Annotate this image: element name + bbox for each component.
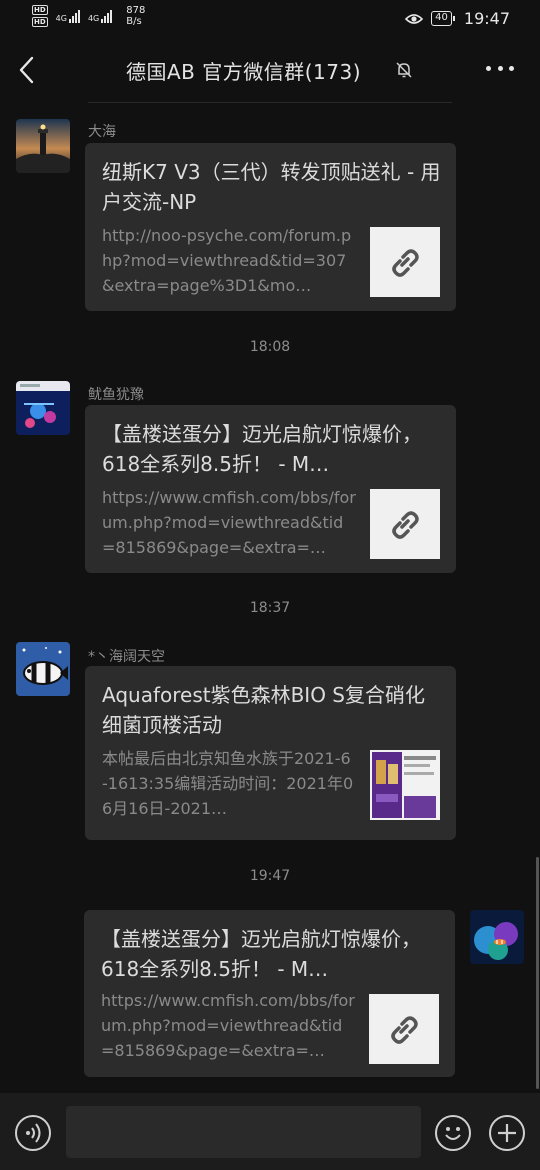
sender-name: 大海 bbox=[88, 124, 116, 140]
voice-input-button[interactable] bbox=[15, 1115, 51, 1151]
battery-icon: 40 bbox=[431, 11, 455, 26]
signal-icon: 4G bbox=[56, 9, 80, 23]
card-description: http://noo-psyche.com/forum.php?mod=view… bbox=[102, 226, 352, 295]
card-thumbnail bbox=[370, 750, 440, 820]
card-thumbnail bbox=[370, 227, 440, 297]
mute-bell-icon bbox=[396, 62, 412, 78]
card-thumbnail bbox=[369, 994, 439, 1064]
message-timestamp: 18:08 bbox=[249, 339, 291, 355]
message-timestamp: 18:37 bbox=[249, 600, 291, 616]
eye-icon bbox=[405, 13, 424, 24]
lighthouse-avatar-image bbox=[16, 119, 70, 173]
hd-badge: HD bbox=[32, 5, 48, 15]
my-avatar[interactable] bbox=[470, 910, 524, 964]
card-thumbnail bbox=[370, 489, 440, 559]
input-bar bbox=[0, 1093, 540, 1170]
scrollbar[interactable] bbox=[536, 857, 539, 1089]
dot-icon bbox=[497, 66, 503, 71]
message-timestamp: 19:47 bbox=[249, 868, 291, 884]
link-icon bbox=[391, 1016, 418, 1044]
link-icon bbox=[392, 511, 419, 539]
link-icon bbox=[392, 249, 419, 277]
divider bbox=[88, 102, 452, 103]
chat-header: 德国AB 官方微信群(173) bbox=[0, 40, 540, 100]
product-image bbox=[370, 750, 440, 820]
sender-name: *丶海阔天空 bbox=[88, 649, 165, 665]
clownfish-avatar-image bbox=[16, 642, 70, 696]
card-description: https://www.cmfish.com/bbs/forum.php?mod… bbox=[102, 488, 356, 557]
card-description: https://www.cmfish.com/bbs/forum.php?mod… bbox=[101, 991, 355, 1060]
link-card[interactable]: Aquaforest紫色森林BIO S复合硝化细菌顶楼活动 本帖最后由北京知鱼水… bbox=[85, 666, 456, 840]
more-options-button[interactable] bbox=[486, 66, 514, 74]
signal-icon: 4G bbox=[88, 9, 113, 23]
card-title: 纽斯K7 V3（三代）转发顶贴送礼 - 用户交流-NP bbox=[102, 160, 441, 214]
status-time: 19:47 bbox=[463, 9, 510, 28]
status-bar: HD HD 4G 4G 878 B/s 40 19:47 bbox=[0, 0, 540, 38]
dot-icon bbox=[509, 66, 514, 71]
plus-icon bbox=[498, 1124, 516, 1142]
sender-name: 鱿鱼犹豫 bbox=[88, 387, 144, 403]
avatar[interactable] bbox=[16, 642, 70, 696]
reef-avatar-image bbox=[470, 910, 524, 964]
avatar[interactable] bbox=[16, 119, 70, 173]
card-title: Aquaforest紫色森林BIO S复合硝化细菌顶楼活动 bbox=[102, 683, 425, 737]
aquarium-avatar-image bbox=[16, 381, 70, 435]
avatar[interactable] bbox=[16, 381, 70, 435]
link-card[interactable]: 【盖楼送蛋分】迈光启航灯惊爆价，618全系列8.5折！ - M… https:/… bbox=[84, 910, 455, 1077]
emoji-icon bbox=[445, 1127, 461, 1140]
hd-indicators: HD HD bbox=[32, 5, 48, 27]
back-icon[interactable] bbox=[14, 54, 40, 86]
hd-badge: HD bbox=[32, 17, 48, 27]
card-title: 【盖楼送蛋分】迈光启航灯惊爆价，618全系列8.5折！ - M… bbox=[102, 422, 422, 476]
card-title: 【盖楼送蛋分】迈光启航灯惊爆价，618全系列8.5折！ - M… bbox=[101, 927, 421, 981]
emoji-button[interactable] bbox=[435, 1115, 471, 1151]
message-input[interactable] bbox=[66, 1106, 421, 1158]
chat-title: 德国AB 官方微信群(173) bbox=[126, 60, 362, 84]
link-card[interactable]: 【盖楼送蛋分】迈光启航灯惊爆价，618全系列8.5折！ - M… https:/… bbox=[85, 405, 456, 573]
link-card[interactable]: 纽斯K7 V3（三代）转发顶贴送礼 - 用户交流-NP http://noo-p… bbox=[85, 143, 456, 311]
card-description: 本帖最后由北京知鱼水族于2021-6-1613:35编辑活动时间：2021年06… bbox=[102, 749, 354, 818]
dot-icon bbox=[486, 66, 491, 71]
more-features-button[interactable] bbox=[489, 1115, 525, 1151]
network-speed: 878 B/s bbox=[126, 5, 146, 27]
voice-icon bbox=[26, 1123, 41, 1143]
